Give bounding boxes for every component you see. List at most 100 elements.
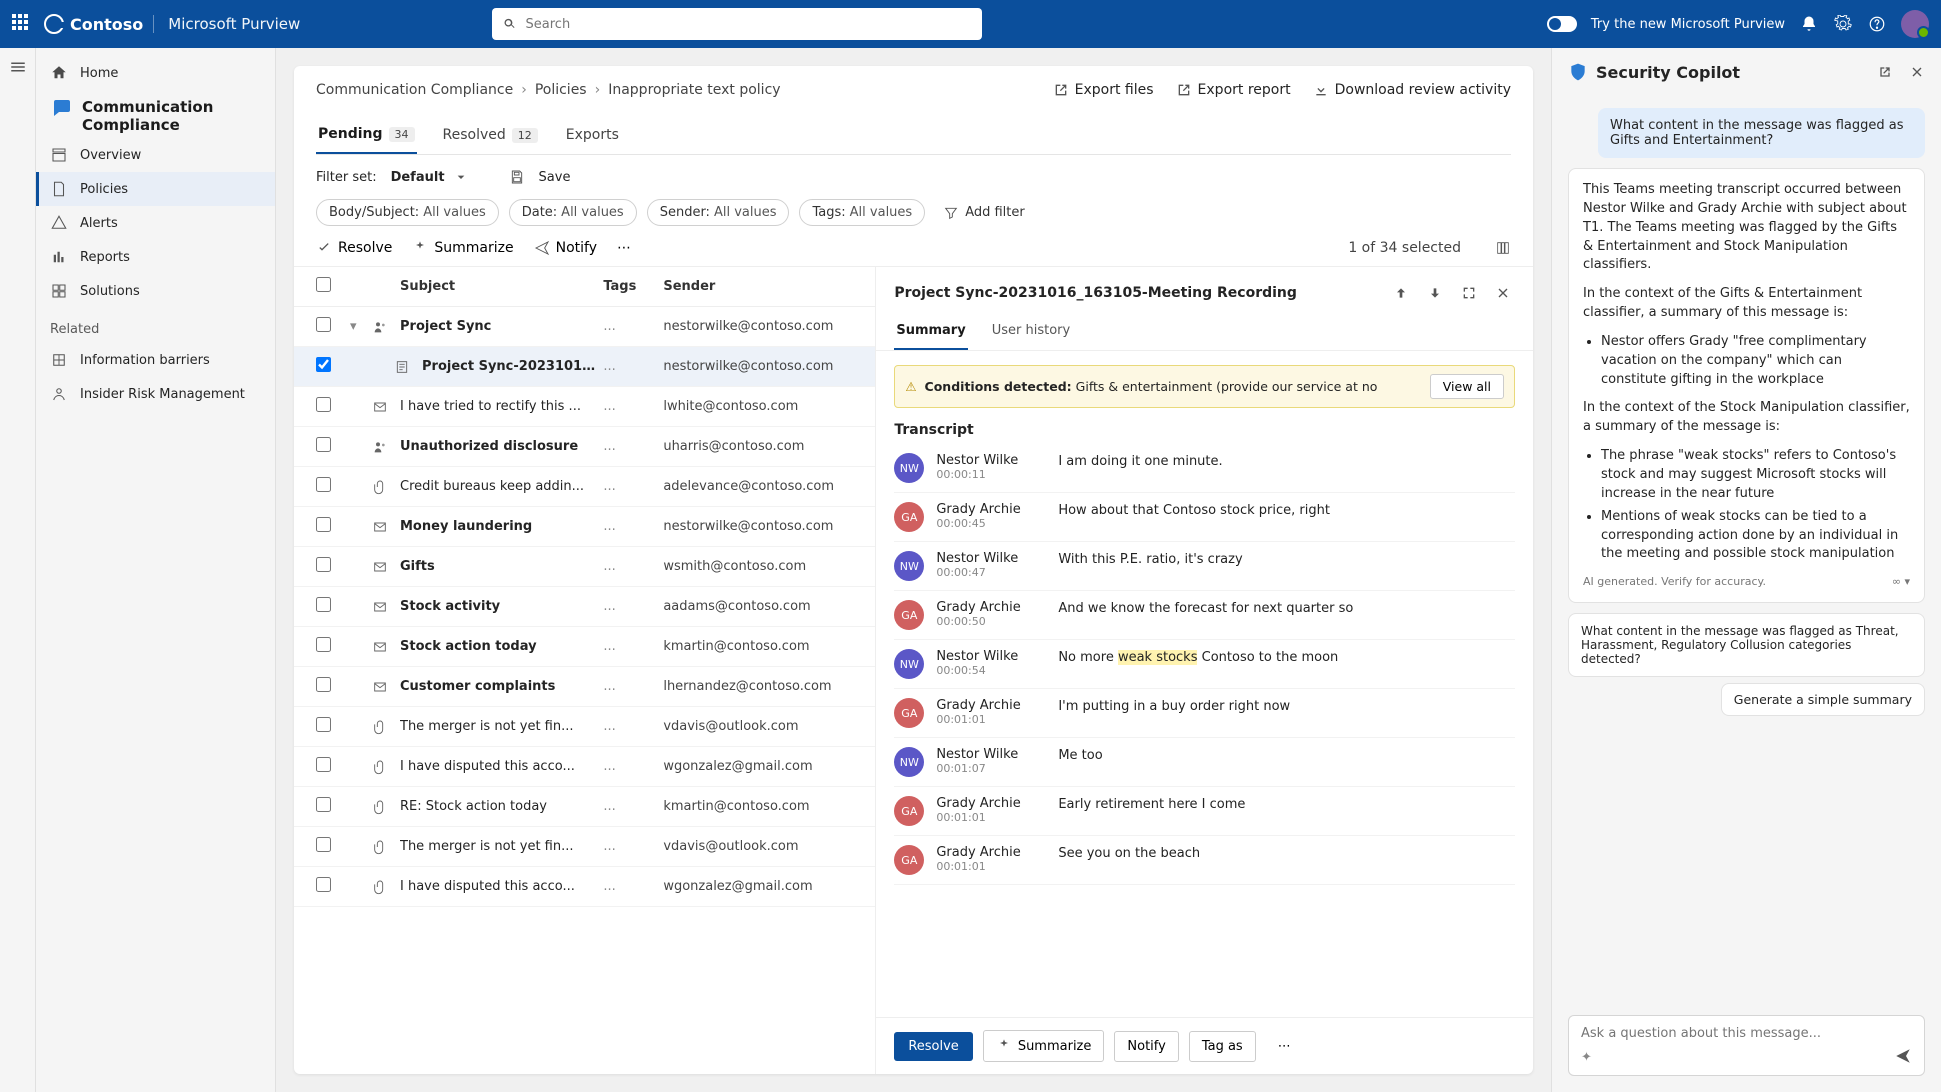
export-report-button[interactable]: Export report: [1176, 82, 1291, 98]
filter-chip[interactable]: Body/Subject: All values: [316, 199, 499, 226]
sidebar-item-alerts[interactable]: Alerts: [36, 206, 275, 240]
table-row[interactable]: ▾Project Sync...nestorwilke@contoso.com: [294, 307, 875, 347]
help-icon[interactable]: [1867, 14, 1887, 34]
row-checkbox[interactable]: [316, 597, 331, 612]
search-input[interactable]: [526, 17, 973, 32]
close-detail-button[interactable]: [1491, 281, 1515, 305]
table-row[interactable]: The merger is not yet fin......vdavis@ou…: [294, 707, 875, 747]
filterset-value[interactable]: Default: [391, 170, 445, 185]
breadcrumb-0[interactable]: Communication Compliance: [316, 82, 513, 98]
add-filter-button[interactable]: Add filter: [943, 205, 1025, 221]
detail-tab-history[interactable]: User history: [990, 317, 1072, 350]
table-row[interactable]: Unauthorized disclosure...uharris@contos…: [294, 427, 875, 467]
row-checkbox[interactable]: [316, 517, 331, 532]
filter-chip[interactable]: Sender: All values: [647, 199, 790, 226]
sidebar-item-solutions[interactable]: Solutions: [36, 274, 275, 308]
expand-caret[interactable]: ▾: [350, 319, 372, 334]
table-row[interactable]: Gifts...wsmith@contoso.com: [294, 547, 875, 587]
detail-tab-summary[interactable]: Summary: [894, 317, 967, 350]
row-checkbox[interactable]: [316, 557, 331, 572]
table-row[interactable]: I have tried to rectify this ......lwhit…: [294, 387, 875, 427]
row-checkbox[interactable]: [316, 637, 331, 652]
row-checkbox[interactable]: [316, 757, 331, 772]
send-icon[interactable]: [1894, 1047, 1912, 1065]
row-checkbox[interactable]: [316, 837, 331, 852]
resolve-action[interactable]: Resolve: [316, 240, 392, 256]
sparkle-icon[interactable]: ✦: [1581, 1050, 1592, 1065]
row-checkbox[interactable]: [316, 797, 331, 812]
references-icon[interactable]: ∞ ▾: [1892, 574, 1910, 590]
sidebar-item-insider-risk-management[interactable]: Insider Risk Management: [36, 377, 275, 411]
search-box[interactable]: [492, 8, 982, 40]
try-new-toggle[interactable]: [1547, 16, 1577, 32]
sidebar-item-label: Overview: [80, 148, 141, 163]
col-sender[interactable]: Sender: [663, 279, 853, 294]
prev-item-button[interactable]: [1389, 281, 1413, 305]
detail-more-button[interactable]: ⋯: [1266, 1032, 1303, 1061]
detail-notify-button[interactable]: Notify: [1114, 1031, 1178, 1062]
detail-summarize-button[interactable]: Summarize: [983, 1030, 1105, 1062]
expand-button[interactable]: [1457, 281, 1481, 305]
table-row[interactable]: I have disputed this acco......wgonzalez…: [294, 747, 875, 787]
detail-resolve-button[interactable]: Resolve: [894, 1032, 972, 1061]
table-row[interactable]: Stock action today...kmartin@contoso.com: [294, 627, 875, 667]
user-avatar[interactable]: [1901, 10, 1929, 38]
row-checkbox[interactable]: [316, 877, 331, 892]
detail-tag-button[interactable]: Tag as: [1189, 1031, 1256, 1062]
close-icon[interactable]: [1909, 64, 1925, 80]
columns-icon[interactable]: [1495, 240, 1511, 256]
chevron-down-icon[interactable]: [453, 169, 469, 185]
tab-resolved[interactable]: Resolved12: [441, 118, 540, 154]
row-checkbox[interactable]: [316, 317, 331, 332]
breadcrumb-2[interactable]: Inappropriate text policy: [608, 82, 780, 98]
copilot-suggestion-pill[interactable]: Generate a simple summary: [1721, 683, 1925, 716]
row-checkbox[interactable]: [316, 357, 331, 372]
copilot-input[interactable]: [1581, 1026, 1912, 1041]
settings-icon[interactable]: [1833, 14, 1853, 34]
row-checkbox[interactable]: [316, 397, 331, 412]
filter-chip[interactable]: Tags: All values: [799, 199, 925, 226]
table-row[interactable]: Project Sync-2023101......nestorwilke@co…: [294, 347, 875, 387]
filter-chip[interactable]: Date: All values: [509, 199, 637, 226]
row-checkbox[interactable]: [316, 437, 331, 452]
table-row[interactable]: Stock activity...aadams@contoso.com: [294, 587, 875, 627]
sidebar-item-reports[interactable]: Reports: [36, 240, 275, 274]
tab-exports[interactable]: Exports: [564, 118, 621, 154]
row-sender: kmartin@contoso.com: [663, 639, 853, 654]
search-wrap: [492, 8, 982, 40]
sidebar-item-information-barriers[interactable]: Information barriers: [36, 343, 275, 377]
row-checkbox[interactable]: [316, 677, 331, 692]
table-row[interactable]: Money laundering...nestorwilke@contoso.c…: [294, 507, 875, 547]
copilot-input-box[interactable]: ✦: [1568, 1015, 1925, 1076]
table-row[interactable]: Credit bureaus keep addin......adelevanc…: [294, 467, 875, 507]
col-subject[interactable]: Subject: [400, 279, 603, 294]
table-row[interactable]: RE: Stock action today...kmartin@contoso…: [294, 787, 875, 827]
table-row[interactable]: Customer complaints...lhernandez@contoso…: [294, 667, 875, 707]
table-row[interactable]: I have disputed this acco......wgonzalez…: [294, 867, 875, 907]
download-review-button[interactable]: Download review activity: [1313, 82, 1511, 98]
col-tags[interactable]: Tags: [603, 279, 663, 294]
select-all-checkbox[interactable]: [316, 277, 331, 292]
breadcrumb-1[interactable]: Policies: [535, 82, 587, 98]
more-actions[interactable]: ⋯: [617, 240, 631, 256]
app-launcher-icon[interactable]: [12, 14, 32, 34]
hamburger-icon[interactable]: [9, 58, 27, 76]
nav-home[interactable]: Home: [36, 56, 275, 90]
next-item-button[interactable]: [1423, 281, 1447, 305]
notifications-icon[interactable]: [1799, 14, 1819, 34]
row-checkbox[interactable]: [316, 477, 331, 492]
sidebar-item-overview[interactable]: Overview: [36, 138, 275, 172]
row-checkbox[interactable]: [316, 717, 331, 732]
table-row[interactable]: The merger is not yet fin......vdavis@ou…: [294, 827, 875, 867]
export-files-button[interactable]: Export files: [1053, 82, 1154, 98]
notify-action[interactable]: Notify: [534, 240, 597, 256]
tab-pending[interactable]: Pending34: [316, 118, 417, 154]
row-tags: ...: [603, 519, 663, 534]
sidebar-item-policies[interactable]: Policies: [36, 172, 275, 206]
popout-icon[interactable]: [1877, 64, 1893, 80]
save-filterset[interactable]: Save: [539, 170, 571, 185]
view-all-conditions-button[interactable]: View all: [1430, 374, 1504, 399]
summarize-action[interactable]: Summarize: [412, 240, 513, 256]
highlight: weak stocks: [1118, 650, 1198, 665]
speaker-name: Nestor Wilke: [936, 649, 1046, 664]
